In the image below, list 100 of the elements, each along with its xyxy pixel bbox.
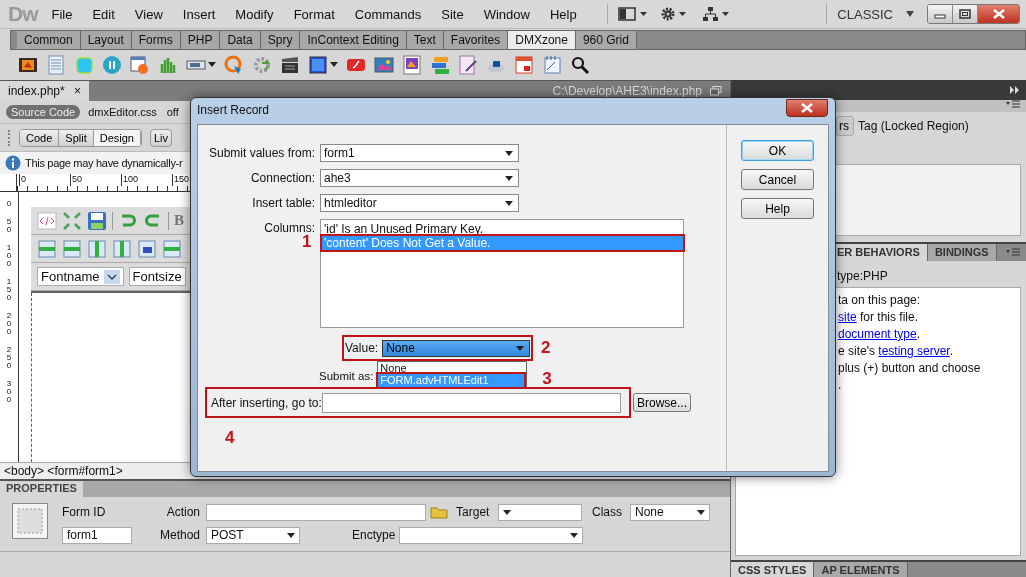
link[interactable]: testing server [878,344,950,358]
row-icon[interactable] [162,238,182,259]
insert-tab[interactable]: Data [220,31,261,49]
column-icon[interactable] [87,238,107,259]
menu-item[interactable]: Window [483,6,530,22]
dialog-title: Insert Record [197,103,270,117]
maximize-button[interactable] [953,5,978,23]
insert-tab[interactable]: InContext Editing [300,31,407,49]
panel-menu-icon[interactable] [1006,100,1020,110]
ruler-label: 250 [5,346,13,370]
picture-icon[interactable] [374,55,394,75]
method-select[interactable]: POST [206,526,301,544]
size-select[interactable]: Fontsize [128,267,186,286]
insert-tab[interactable]: Common [17,31,81,49]
menu-item[interactable]: Modify [235,6,274,22]
link[interactable]: site [838,310,857,324]
calendar-icon[interactable] [514,55,534,75]
caret-icon[interactable] [208,62,216,68]
circle-icon[interactable] [224,55,244,75]
code-icon[interactable] [37,210,57,231]
view-button[interactable]: Design [93,129,141,146]
close-button[interactable] [978,5,1019,23]
workspace-switcher[interactable]: CLASSIC [837,6,915,22]
related-file-tab[interactable]: off [164,105,181,119]
sitemap-icon[interactable] [701,6,732,22]
panel-tab[interactable]: AP ELEMENTS [814,562,908,577]
dropdown[interactable]: htmleditor [320,194,519,212]
ruler-label: 50 [70,174,121,186]
menu-item[interactable]: Edit [92,6,115,22]
browse-button[interactable]: Browse... [633,393,691,412]
column-icon[interactable] [112,238,132,259]
document-tab[interactable]: index.php* × [0,81,90,101]
field-label: Action [166,505,201,519]
link[interactable]: document type [838,327,917,341]
dialog-button[interactable]: OK [741,140,814,161]
insert-tab[interactable]: Layout [80,31,132,49]
panel-menu-icon[interactable] [1006,247,1020,258]
target-select[interactable] [498,503,583,521]
panel-tab[interactable]: CSS STYLES [731,562,815,577]
expand-icon[interactable] [1010,86,1020,94]
dialog-button[interactable]: Cancel [741,169,814,190]
pause-icon[interactable] [102,55,122,75]
filmstrip-icon[interactable] [18,55,38,75]
font-select[interactable]: Fontname [37,267,124,286]
insert-tab[interactable]: PHP [180,31,221,49]
menu-item[interactable]: Format [293,6,335,22]
row-icon[interactable] [37,238,57,259]
table-icon[interactable] [137,238,157,259]
row-icon[interactable] [62,238,82,259]
help-text: . [838,377,843,394]
help-text: document type. [838,326,922,343]
menu-item[interactable]: Commands [354,6,422,22]
mode-button[interactable]: rs [836,116,854,136]
menu-item[interactable]: File [51,6,73,22]
panel-tab[interactable]: BINDINGS [927,244,997,261]
dropdown[interactable]: form1 [320,144,519,162]
menu-item[interactable]: Help [549,6,577,22]
bar-chart-icon[interactable] [158,55,178,75]
photo-icon[interactable] [402,55,422,75]
caret-icon [516,345,525,351]
enctype-select[interactable] [399,526,584,544]
panel-tab[interactable]: PROPERTIES [0,481,83,497]
search-icon[interactable] [570,55,590,75]
insert-tab[interactable]: 960 Grid [575,31,637,49]
form-id-field[interactable]: form1 [62,526,132,544]
insert-tab[interactable]: Favorites [443,31,509,49]
related-file-tab[interactable]: dmxEditor.css [86,105,159,119]
live-button[interactable]: Liv [149,128,172,147]
layout-icon[interactable] [617,6,648,22]
square-icon[interactable] [308,55,328,75]
insert-tab[interactable]: Spry [260,31,301,49]
close-icon [991,9,1006,19]
menu-item[interactable]: View [134,6,163,22]
tab-close-button[interactable]: × [74,84,82,98]
annotation-number: 1 [302,232,312,252]
stack-icon[interactable] [430,55,450,75]
action-field[interactable] [206,503,427,521]
dialog-button[interactable]: Help [741,198,814,219]
insert-tab[interactable]: Forms [131,31,181,49]
save-icon[interactable] [87,210,107,231]
restore-icon[interactable] [710,86,722,96]
dropdown-option[interactable]: None [378,362,527,374]
class-select[interactable]: None [630,503,711,521]
menu-item[interactable]: Insert [182,6,216,22]
insert-tab[interactable]: Text [406,31,444,49]
url-field[interactable] [322,392,621,413]
clapperboard-icon[interactable] [280,55,300,75]
view-button[interactable]: Code [20,129,60,146]
window-icon[interactable] [130,55,150,75]
view-button[interactable]: Split [59,129,94,146]
insert-tab[interactable]: DMXzone [508,31,576,49]
caret-icon[interactable] [330,62,338,68]
close-button[interactable] [786,99,828,117]
dropdown[interactable]: ahe3 [320,169,519,187]
value-dropdown[interactable]: None [382,339,531,357]
related-file-tab[interactable]: Source Code [6,105,81,119]
page-icon[interactable] [458,55,478,75]
collapse-icon[interactable] [62,210,82,231]
menu-item[interactable]: Site [441,6,464,22]
notepad-icon[interactable] [542,55,562,75]
